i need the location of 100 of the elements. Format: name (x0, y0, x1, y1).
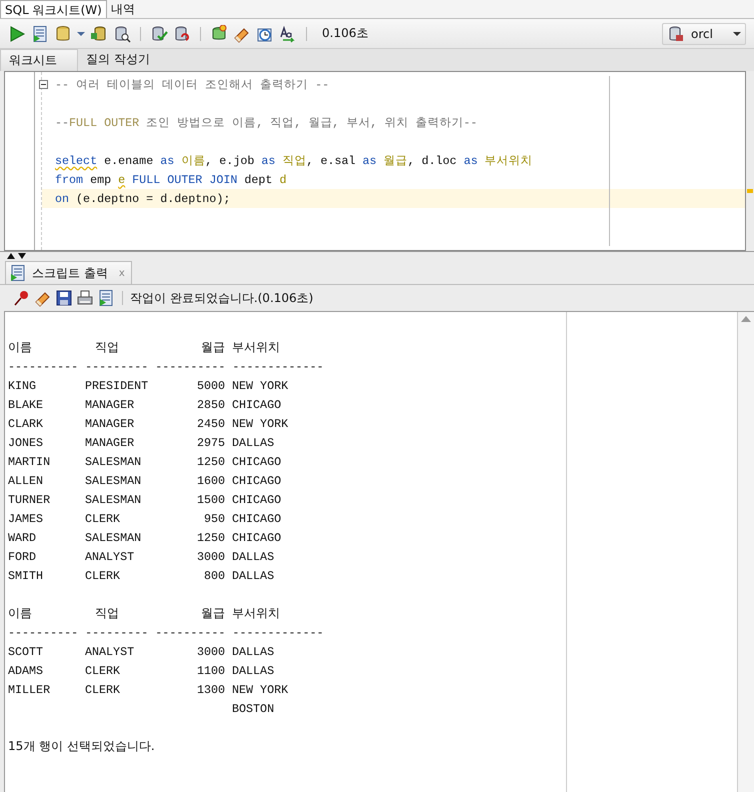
table-cell: 950 (204, 512, 225, 526)
code-line: from emp e FULL OUTER JOIN dept d (55, 172, 286, 186)
table-cell: CHICAGO (232, 512, 282, 526)
table-cell: CLERK (85, 664, 120, 678)
code-line: on (e.deptno = d.deptno); (55, 192, 230, 206)
column-header: 이름 (8, 605, 33, 622)
output-tab[interactable]: 스크립트 출력 x (5, 261, 132, 284)
run-icon[interactable] (8, 24, 26, 42)
table-cell: BLAKE (8, 398, 44, 412)
column-header: 이름 (8, 339, 33, 356)
scroll-up-icon[interactable] (741, 316, 751, 322)
table-cell: 2975 (196, 436, 225, 450)
table-cell: TURNER (8, 492, 50, 506)
column-header: 부서위치 (232, 339, 280, 356)
table-cell: MANAGER (85, 398, 134, 412)
rollback-icon[interactable] (173, 24, 191, 42)
table-cell: NEW YORK (232, 378, 288, 392)
table-cell: DALLAS (232, 664, 274, 678)
table-cell: 1250 (196, 454, 225, 468)
table-cell: 1500 (196, 492, 225, 506)
code-line: select e.ename as 이름, e.job as 직업, e.sal as 월급, d.loc as 부서위치 (55, 153, 533, 168)
table-cell: MANAGER (85, 416, 134, 430)
sql-icon[interactable] (210, 24, 228, 42)
table-cell: 3000 (196, 550, 225, 564)
table-cell: ANALYST (85, 550, 134, 564)
print-icon[interactable] (76, 289, 94, 307)
commit-icon[interactable] (150, 24, 168, 42)
table-cell: CHICAGO (232, 530, 282, 544)
database-icon[interactable] (90, 24, 108, 42)
table-cell: 2850 (196, 398, 225, 412)
script-output-icon (9, 264, 27, 282)
table-cell: 800 (204, 568, 225, 582)
editor-tab[interactable]: 질의 작성기 (78, 49, 158, 71)
save-icon[interactable] (55, 289, 73, 307)
table-cell: CHICAGO (232, 474, 282, 488)
table-cell: MARTIN (8, 454, 50, 468)
column-header: 월급 (200, 339, 225, 356)
column-header: 부서위치 (232, 605, 280, 622)
panel-tab[interactable]: SQL 워크시트(W) (0, 0, 107, 18)
elapsed-time: 0.106초 (322, 25, 368, 42)
table-cell: CHICAGO (232, 492, 282, 506)
table-cell: MANAGER (85, 436, 134, 450)
caret-icon (733, 30, 741, 36)
caret-icon[interactable] (77, 30, 85, 36)
table-cell: CLERK (85, 682, 120, 696)
database-icon[interactable] (54, 24, 72, 42)
pushpin-icon[interactable] (13, 289, 31, 307)
table-cell: SALESMAN (85, 530, 142, 544)
table-cell: CLARK (8, 416, 44, 430)
table-cell: 3000 (196, 644, 225, 658)
table-cell: NEW YORK (232, 416, 288, 430)
table-cell: 1300 (196, 682, 225, 696)
table-cell: 5000 (196, 378, 225, 392)
table-cell: CLERK (85, 512, 120, 526)
code-editor[interactable]: -- 여러 테이블의 데이터 조인해서 출력하기 -- --FULL OUTER 조인 방법으로 이름, 직업, 월급, 부서, 위치 출력하기-- select e.ename as 이름, e.job as 직업, e.sal as 월급, d.loc as 부서위치 from emp e FULL OUTER JOIN dept d on (e.deptno = d.deptno); (4, 71, 746, 251)
collapse-icon[interactable] (39, 80, 48, 89)
splitter-arrows-icon[interactable] (6, 252, 28, 260)
table-cell: 1250 (196, 530, 225, 544)
table-cell: SALESMAN (85, 454, 142, 468)
editor-tab[interactable]: 워크시트 (0, 49, 78, 71)
table-cell: ALLEN (8, 474, 44, 488)
table-cell: ADAMS (8, 664, 44, 678)
table-cell: PRESIDENT (85, 378, 148, 392)
table-cell: DALLAS (232, 436, 274, 450)
table-cell: CLERK (85, 568, 120, 582)
table-cell: SMITH (8, 568, 44, 582)
panel-tab[interactable]: 내역 (106, 0, 139, 18)
header-rule: ---------- --------- ---------- ------------- (8, 360, 324, 374)
table-cell: MILLER (8, 682, 50, 696)
table-cell: JAMES (8, 512, 44, 526)
column-header: 직업 (94, 339, 120, 356)
table-cell: 1100 (196, 664, 225, 678)
table-cell: ANALYST (85, 644, 134, 658)
table-cell: SALESMAN (85, 474, 142, 488)
run-script-icon[interactable] (31, 24, 49, 42)
font-case-icon[interactable] (279, 24, 297, 42)
code-line: --FULL OUTER 조인 방법으로 이름, 직업, 월급, 부서, 위치 출력하기-- (55, 115, 478, 130)
table-cell: KING (8, 378, 36, 392)
column-header: 직업 (94, 605, 120, 622)
header-rule: ---------- --------- ---------- ------------- (8, 626, 324, 640)
table-cell: FORD (8, 550, 36, 564)
code-line: -- 여러 테이블의 데이터 조인해서 출력하기 -- (55, 77, 330, 92)
table-cell: SALESMAN (85, 492, 142, 506)
table-cell: JONES (8, 436, 44, 450)
table-cell: WARD (8, 530, 36, 544)
table-cell: DALLAS (232, 644, 274, 658)
database-icon (667, 24, 685, 42)
table-cell: DALLAS (232, 568, 274, 582)
connection-dropdown[interactable]: orcl (662, 22, 746, 44)
overview-marker[interactable] (747, 189, 753, 193)
database-search-icon[interactable] (113, 24, 131, 42)
table-cell: NEW YORK (232, 682, 288, 696)
column-header: 월급 (200, 605, 225, 622)
table-cell: DALLAS (232, 550, 274, 564)
output-tab-label: 스크립트 출력 (32, 264, 108, 282)
run-script-icon[interactable] (97, 289, 115, 307)
table-cell: 2450 (196, 416, 225, 430)
table-cell: BOSTON (232, 702, 274, 716)
table-cell: SCOTT (8, 644, 44, 658)
table-cell: CHICAGO (232, 398, 282, 412)
